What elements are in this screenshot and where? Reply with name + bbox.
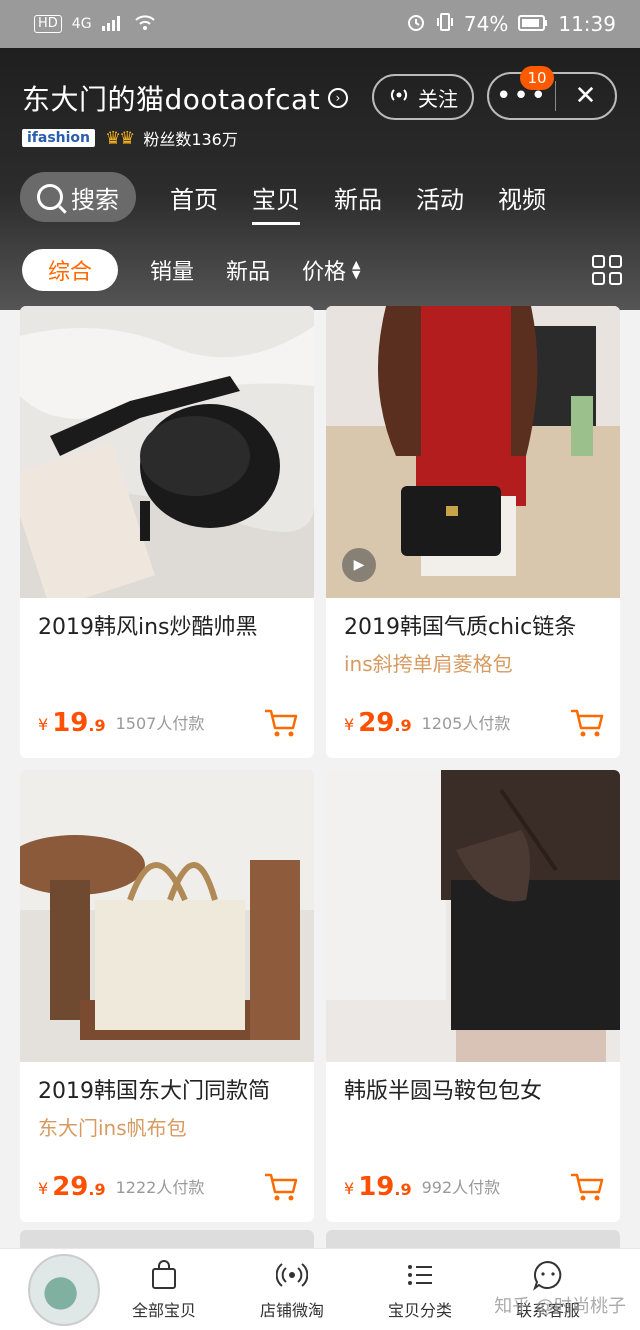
chat-face-icon bbox=[532, 1259, 564, 1291]
product-card[interactable]: 韩版半圆马鞍包包女 ¥ 19 .9 992人付款 bbox=[326, 770, 620, 1222]
notification-badge: 10 bbox=[520, 66, 554, 90]
price-integer: 29 bbox=[358, 708, 395, 738]
shop-header: 东大门的猫dootaofcat › ifashion ♛♛ 粉丝数136万 关注… bbox=[0, 48, 640, 310]
follow-label: 关注 bbox=[418, 86, 458, 111]
tab-products[interactable]: 宝贝 bbox=[252, 180, 300, 225]
close-button[interactable]: ✕ bbox=[556, 81, 615, 111]
status-bar: HD 4G 74% 11:39 bbox=[0, 0, 640, 48]
cart-icon[interactable] bbox=[264, 1172, 298, 1202]
currency-symbol: ¥ bbox=[344, 1179, 355, 1198]
product-grid: 2019韩风ins炒酷帅黑 ¥ 19 .9 1507人付款 ▶ 2019韩国气质… bbox=[20, 306, 620, 1222]
battery-icon bbox=[518, 12, 548, 36]
alarm-icon bbox=[406, 12, 426, 37]
price-row: ¥ 29 .9 1222人付款 bbox=[38, 1172, 298, 1202]
broadcast-icon bbox=[388, 85, 410, 109]
product-subtitle: ins斜挎单肩菱格包 bbox=[344, 652, 513, 676]
product-image bbox=[20, 306, 314, 598]
category-label: 宝贝分类 bbox=[387, 1300, 452, 1320]
sort-sales[interactable]: 销量 bbox=[150, 254, 194, 286]
price-integer: 29 bbox=[52, 1172, 89, 1202]
sold-count: 1507人付款 bbox=[115, 714, 205, 733]
shop-name-text: 东大门的猫dootaofcat bbox=[22, 83, 321, 116]
currency-symbol: ¥ bbox=[38, 715, 49, 734]
shop-nav-tabs: 搜索 首页 宝贝 新品 活动 视频 bbox=[20, 172, 546, 225]
price-row: ¥ 19 .9 992人付款 bbox=[344, 1172, 604, 1202]
watermark: 知乎 @时尚桃子 bbox=[494, 1296, 626, 1317]
chevron-right-icon: › bbox=[328, 88, 349, 108]
sort-comprehensive[interactable]: 综合 bbox=[22, 249, 118, 291]
bottom-bar: 全部宝贝 店铺微淘 宝贝分类 联系客服 知乎 @时尚桃子 bbox=[0, 1248, 640, 1330]
currency-symbol: ¥ bbox=[38, 1179, 49, 1198]
status-right: 74% 11:39 bbox=[406, 12, 616, 37]
sold-count: 1222人付款 bbox=[115, 1178, 205, 1197]
product-image bbox=[326, 770, 620, 1062]
price-decimal: .9 bbox=[394, 1180, 412, 1199]
tab-events[interactable]: 活动 bbox=[416, 180, 464, 215]
product-title: 韩版半圆马鞍包包女 bbox=[344, 1079, 543, 1104]
list-icon bbox=[404, 1259, 436, 1291]
cart-icon[interactable] bbox=[570, 1172, 604, 1202]
product-title: 2019韩国东大门同款简 bbox=[38, 1079, 270, 1104]
price-decimal: .9 bbox=[88, 716, 106, 735]
product-card[interactable]: ▶ 2019韩国气质chic链条 ins斜挎单肩菱格包 ¥ 29 .9 1205… bbox=[326, 306, 620, 758]
category-button[interactable]: 宝贝分类 bbox=[356, 1259, 484, 1321]
fans-count: 粉丝数136万 bbox=[143, 130, 238, 149]
sold-count: 1205人付款 bbox=[421, 714, 511, 733]
ifashion-badge: ifashion bbox=[22, 129, 96, 147]
product-image bbox=[20, 770, 314, 1062]
sort-price-label: 价格 bbox=[302, 260, 347, 285]
crown-icon: ♛♛ bbox=[105, 127, 135, 149]
tab-home[interactable]: 首页 bbox=[170, 180, 218, 215]
vibrate-icon bbox=[436, 12, 454, 37]
all-products-button[interactable]: 全部宝贝 bbox=[100, 1259, 228, 1321]
price-integer: 19 bbox=[358, 1172, 395, 1202]
product-subtitle: 东大门ins帆布包 bbox=[38, 1116, 187, 1140]
price-decimal: .9 bbox=[88, 1180, 106, 1199]
all-products-label: 全部宝贝 bbox=[131, 1300, 196, 1320]
play-icon[interactable]: ▶ bbox=[342, 548, 376, 582]
product-subtitle bbox=[20, 644, 314, 650]
price-integer: 19 bbox=[52, 708, 89, 738]
sold-count: 992人付款 bbox=[421, 1178, 501, 1197]
product-title: 2019韩风ins炒酷帅黑 bbox=[38, 615, 258, 640]
shop-feed-button[interactable]: 店铺微淘 bbox=[228, 1259, 356, 1321]
product-title: 2019韩国气质chic链条 bbox=[344, 615, 577, 640]
battery-percent: 74% bbox=[463, 12, 509, 36]
tab-new[interactable]: 新品 bbox=[334, 180, 382, 215]
shop-meta: ifashion ♛♛ 粉丝数136万 bbox=[22, 126, 238, 150]
search-label: 搜索 bbox=[71, 185, 119, 214]
follow-button[interactable]: 关注 bbox=[372, 74, 474, 120]
sort-new[interactable]: 新品 bbox=[226, 254, 270, 286]
grid-view-icon[interactable] bbox=[592, 255, 622, 285]
clock-time: 11:39 bbox=[558, 12, 616, 36]
price-decimal: .9 bbox=[394, 716, 412, 735]
wifi-icon bbox=[134, 12, 156, 36]
product-card[interactable]: 2019韩风ins炒酷帅黑 ¥ 19 .9 1507人付款 bbox=[20, 306, 314, 758]
cart-icon[interactable] bbox=[570, 708, 604, 738]
broadcast-icon bbox=[275, 1259, 309, 1291]
product-subtitle bbox=[326, 1108, 620, 1114]
sort-price[interactable]: 价格 ▲ ▼ bbox=[302, 254, 360, 286]
price-row: ¥ 29 .9 1205人付款 bbox=[344, 708, 604, 738]
shop-feed-label: 店铺微淘 bbox=[259, 1300, 324, 1320]
price-row: ¥ 19 .9 1507人付款 bbox=[38, 708, 298, 738]
hd-badge: HD bbox=[34, 15, 62, 33]
cart-icon[interactable] bbox=[264, 708, 298, 738]
shop-avatar[interactable] bbox=[28, 1253, 100, 1326]
shop-name[interactable]: 东大门的猫dootaofcat › bbox=[22, 78, 349, 118]
tab-video[interactable]: 视频 bbox=[498, 180, 546, 215]
currency-symbol: ¥ bbox=[344, 715, 355, 734]
signal-icon bbox=[101, 12, 124, 36]
search-button[interactable]: 搜索 bbox=[20, 172, 136, 222]
product-image: ▶ bbox=[326, 306, 620, 598]
search-icon bbox=[37, 184, 63, 210]
network-label: 4G bbox=[71, 16, 92, 32]
bag-icon bbox=[148, 1259, 180, 1291]
sort-bar: 综合 销量 新品 价格 ▲ ▼ bbox=[22, 248, 622, 292]
sort-sales-label: 销量 bbox=[150, 260, 195, 285]
sort-arrows-icon: ▲ ▼ bbox=[352, 258, 361, 281]
product-card[interactable]: 2019韩国东大门同款简 东大门ins帆布包 ¥ 29 .9 1222人付款 bbox=[20, 770, 314, 1222]
status-left: HD 4G bbox=[34, 12, 156, 36]
sort-new-label: 新品 bbox=[226, 260, 271, 285]
